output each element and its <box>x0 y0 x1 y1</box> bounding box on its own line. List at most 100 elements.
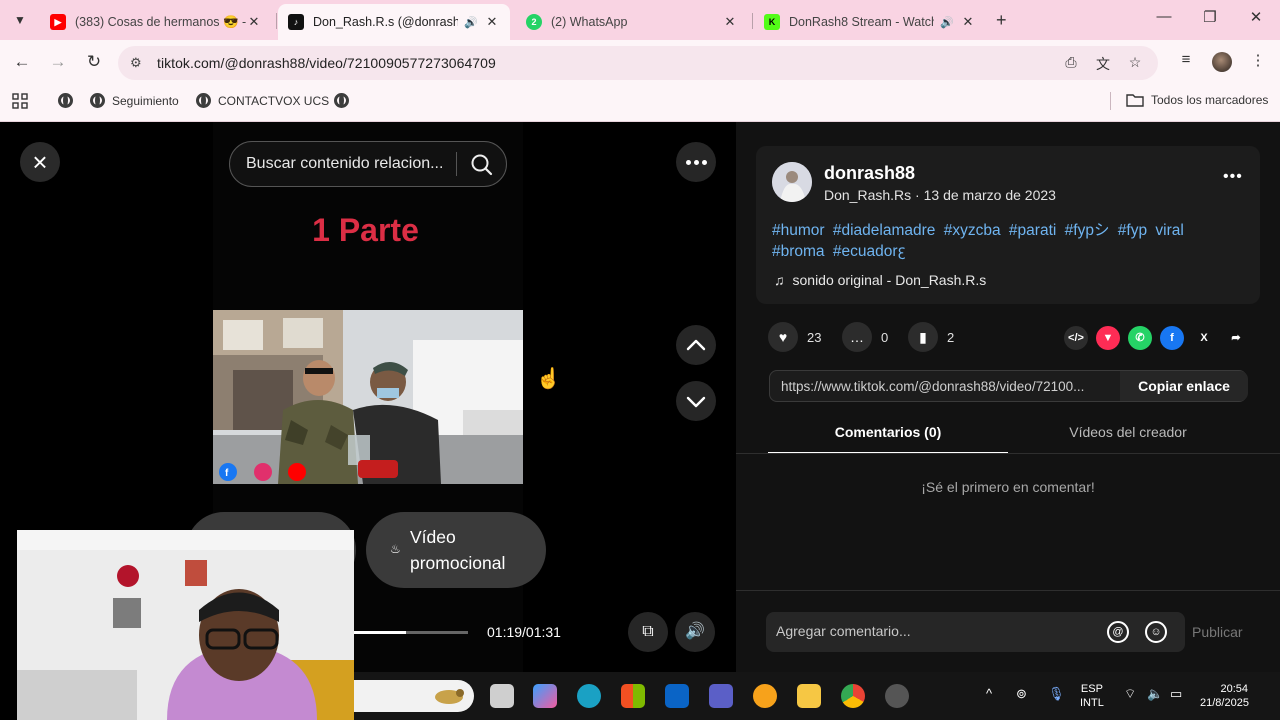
battery-icon[interactable]: ▭ <box>1170 686 1182 702</box>
clock[interactable]: 20:54 21/8/2025 <box>1200 682 1249 710</box>
hashtag-link[interactable]: #parati <box>1009 222 1056 239</box>
vpn-icon[interactable] <box>753 684 777 708</box>
comment-input[interactable]: Agregar comentario... @ ☺ <box>766 612 1185 652</box>
more-options-button[interactable] <box>676 142 716 182</box>
wifi-icon[interactable]: ⌔ <box>1124 686 1136 702</box>
hashtag-link[interactable]: #ecuadorꜫ <box>833 243 906 260</box>
tab-divider <box>752 13 753 29</box>
reload-icon[interactable]: ↻ <box>82 50 106 74</box>
progress-bar[interactable] <box>353 631 468 634</box>
address-bar[interactable]: ⚙ tiktok.com/@donrash88/video/7210090577… <box>118 46 1158 80</box>
tab-search-button[interactable]: ▼ <box>8 8 32 32</box>
share-arrow-icon[interactable]: ➦ <box>1224 326 1248 350</box>
video-still-image[interactable]: f <box>213 310 523 484</box>
emoji-icon[interactable]: ☺ <box>1145 621 1167 643</box>
hashtag-link[interactable]: #fypシ <box>1065 222 1110 239</box>
share-link-url[interactable]: https://www.tiktok.com/@donrash88/video/… <box>781 379 1116 394</box>
search-icon[interactable] <box>468 151 496 179</box>
more-icon[interactable]: ••• <box>1223 168 1243 186</box>
hand-cursor-icon: ☝ <box>536 368 561 390</box>
copy-link-button[interactable]: Copiar enlace <box>1120 371 1248 401</box>
profile-avatar[interactable] <box>1212 52 1232 72</box>
media-control-icon[interactable]: ≡ <box>1176 51 1196 71</box>
tab-tiktok[interactable]: ♪ Don_Rash.R.s (@donrash88 🔊 ✕ <box>278 4 510 40</box>
bookmark-seguimiento[interactable]: Seguimiento <box>90 93 179 108</box>
hashtag-link[interactable]: #broma <box>772 243 825 260</box>
tab-creator-videos[interactable]: Vídeos del creador <box>1008 424 1248 454</box>
settings-app-icon[interactable] <box>885 684 909 708</box>
x-share-icon[interactable]: X <box>1192 326 1216 350</box>
comment-button[interactable]: … 0 <box>842 322 888 352</box>
close-video-button[interactable]: × <box>20 142 60 182</box>
chrome-icon[interactable] <box>841 684 865 708</box>
tab-comments[interactable]: Comentarios (0) <box>768 424 1008 454</box>
file-explorer-icon[interactable] <box>797 684 821 708</box>
hashtag-link[interactable]: viral <box>1155 222 1183 239</box>
close-tab-icon[interactable]: ✕ <box>722 14 738 30</box>
related-search-box[interactable]: Buscar contenido relacion... <box>229 141 507 187</box>
empty-comments-message: ¡Sé el primero en comentar! <box>921 479 1095 495</box>
site-info-icon[interactable]: ⚙ <box>130 55 142 71</box>
url-text[interactable]: tiktok.com/@donrash88/video/721009057727… <box>157 55 496 71</box>
author-avatar[interactable] <box>772 162 812 202</box>
search-divider <box>456 152 457 176</box>
restore-icon[interactable]: ❐ <box>1198 8 1222 32</box>
tray-app-icon[interactable]: ⊚ <box>1016 686 1027 702</box>
hashtag-link[interactable]: #diadelamadre <box>833 222 936 239</box>
promo-video-pill[interactable]: ♨ Vídeo promocional <box>366 512 546 588</box>
bookmark-star-icon[interactable]: ☆ <box>1125 54 1145 74</box>
translate-icon[interactable]: 文 <box>1093 54 1113 74</box>
outlook-icon[interactable] <box>665 684 689 708</box>
next-video-button[interactable] <box>676 381 716 421</box>
search-input[interactable]: Buscar contenido relacion... <box>246 155 443 173</box>
music-note-icon: ♫ <box>774 272 785 288</box>
audio-playing-icon[interactable]: 🔊 <box>940 16 954 29</box>
close-tab-icon[interactable]: ✕ <box>484 14 500 30</box>
new-tab-button[interactable]: + <box>996 10 1007 31</box>
edge-icon[interactable] <box>577 684 601 708</box>
bookmark-item[interactable] <box>334 93 356 108</box>
task-view-icon[interactable] <box>490 684 514 708</box>
bookmark-item[interactable] <box>58 93 80 108</box>
mention-icon[interactable]: @ <box>1107 621 1129 643</box>
forward-icon[interactable]: → <box>46 50 70 74</box>
author-username[interactable]: donrash88 <box>824 163 915 184</box>
previous-video-button[interactable] <box>676 325 716 365</box>
close-tab-icon[interactable]: ✕ <box>960 14 976 30</box>
embed-icon[interactable]: </> <box>1064 326 1088 350</box>
bookmark-contactvox[interactable]: CONTACTVOX UCS <box>196 93 329 108</box>
sound-link[interactable]: ♫ sonido original - Don_Rash.R.s <box>774 272 986 288</box>
apps-icon[interactable] <box>12 93 28 109</box>
install-app-icon[interactable]: ⎙ <box>1061 54 1081 74</box>
publish-button[interactable]: Publicar <box>1192 624 1243 640</box>
microphone-icon[interactable]: 🎙 <box>1048 686 1065 702</box>
volume-button[interactable]: 🔊 <box>675 612 715 652</box>
menu-icon[interactable]: ⋮ <box>1248 51 1268 71</box>
hashtag-link[interactable]: #fyp <box>1118 222 1147 239</box>
tray-expand-icon[interactable]: ^ <box>986 686 992 701</box>
teams-icon[interactable] <box>709 684 733 708</box>
copilot-icon[interactable] <box>533 684 557 708</box>
hashtag-link[interactable]: #humor <box>772 222 825 239</box>
send-icon[interactable]: ▼ <box>1096 326 1120 350</box>
like-button[interactable]: ♥ 23 <box>768 322 821 352</box>
minimize-icon[interactable]: — <box>1152 8 1176 32</box>
tab-youtube[interactable]: ▶ (383) Cosas de hermanos 😎 - ✕ <box>40 4 272 40</box>
close-tab-icon[interactable]: ✕ <box>246 14 262 30</box>
window-close-icon[interactable]: ✕ <box>1244 8 1268 32</box>
whatsapp-icon: 2 <box>526 14 542 30</box>
hashtag-link[interactable]: #xyzcba <box>944 222 1001 239</box>
facebook-share-icon[interactable]: f <box>1160 326 1184 350</box>
language-indicator[interactable]: ESP INTL <box>1080 682 1104 710</box>
tab-whatsapp[interactable]: 2 (2) WhatsApp ✕ <box>516 4 748 40</box>
back-icon[interactable]: ← <box>10 50 34 74</box>
whatsapp-share-icon[interactable]: ✆ <box>1128 326 1152 350</box>
floating-player-button[interactable]: ⧉ <box>628 612 668 652</box>
audio-playing-icon[interactable]: 🔊 <box>464 16 478 29</box>
speaker-icon[interactable]: 🔈 <box>1147 686 1163 702</box>
all-bookmarks[interactable]: Todos los marcadores <box>1126 93 1268 107</box>
tab-kick[interactable]: K DonRash8 Stream - Watch L 🔊 ✕ <box>754 4 986 40</box>
store-icon[interactable] <box>621 684 645 708</box>
taskbar-search-box[interactable] <box>354 680 474 712</box>
save-button[interactable]: ▮ 2 <box>908 322 954 352</box>
